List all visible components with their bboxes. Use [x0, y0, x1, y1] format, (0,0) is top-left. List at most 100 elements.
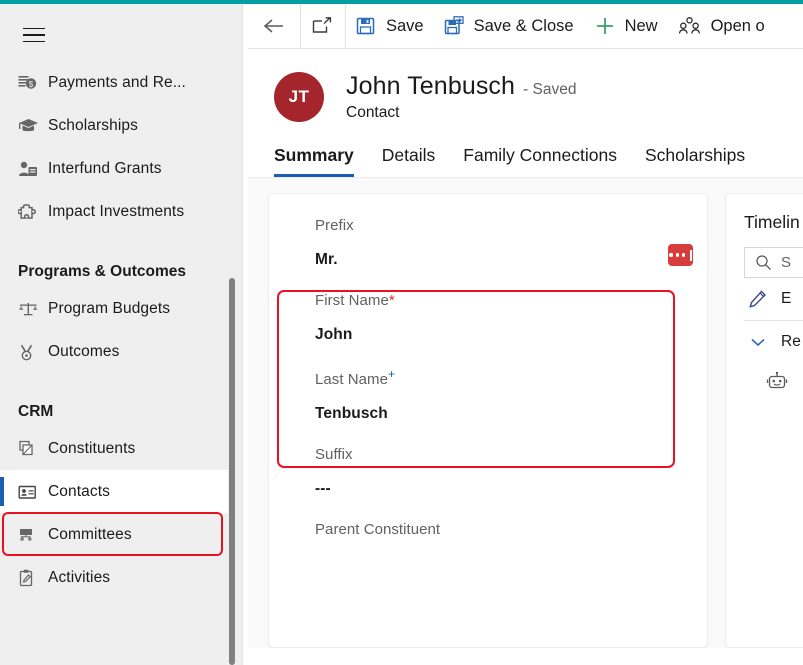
sidebar-scrollbar-track[interactable]: [228, 4, 240, 665]
sidebar-item-label: Scholarships: [48, 116, 138, 134]
save-and-close-button-label: Save & Close: [473, 16, 574, 35]
open-in-new-window-icon: [311, 16, 335, 36]
svg-text:$: $: [29, 80, 34, 89]
tab-details[interactable]: Details: [368, 145, 450, 177]
sidebar-divider: [242, 4, 243, 665]
timeline-enter-note-row[interactable]: E: [744, 278, 803, 320]
org-chart-icon: [18, 526, 48, 544]
scales-balance-icon: [18, 300, 48, 318]
hamburger-line: [23, 34, 45, 36]
nav-group-title-programs: Programs & Outcomes: [18, 263, 186, 280]
sidebar-item-payments[interactable]: $ Payments and Re...: [0, 61, 232, 104]
field-label: Last Name+: [315, 367, 681, 388]
open-org-chart-button-label: Open o: [710, 16, 765, 35]
save-button[interactable]: Save: [346, 4, 434, 48]
field-first-name: First Name* John: [315, 292, 681, 344]
save-and-close-icon: [444, 16, 465, 36]
save-and-close-button[interactable]: Save & Close: [434, 4, 584, 48]
timeline-search-input[interactable]: S: [744, 247, 803, 278]
field-label-text: Last Name: [315, 371, 388, 388]
field-last-name: Last Name+ Tenbusch: [315, 367, 681, 423]
field-value-suffix[interactable]: ---: [315, 480, 681, 498]
field-label: Prefix: [315, 217, 354, 234]
sidebar-item-label: Contacts: [48, 482, 110, 500]
dot: [675, 253, 679, 257]
record-title-block: John Tenbusch - Saved Contact: [346, 72, 576, 122]
sidebar-item-label: Payments and Re...: [48, 73, 186, 91]
timeline-recent-label: Re: [781, 333, 801, 350]
back-button[interactable]: [248, 4, 300, 48]
timeline-bot-row[interactable]: [744, 363, 803, 393]
ellipsis-badge[interactable]: [668, 244, 693, 266]
puzzle-piece-icon: [18, 203, 48, 221]
avatar: JT: [274, 72, 324, 122]
clipboard-pen-icon: [18, 569, 48, 587]
sidebar-item-constituents[interactable]: Constituents: [0, 427, 232, 470]
timeline-panel: Timelin S E Re: [725, 193, 803, 648]
field-label: First Name*: [315, 292, 681, 309]
tab-family-connections[interactable]: Family Connections: [449, 145, 631, 177]
recommended-marker: +: [387, 367, 396, 381]
record-header: JT John Tenbusch - Saved Contact: [248, 49, 803, 131]
field-label: Parent Constituent: [315, 521, 441, 538]
sidebar-item-label: Program Budgets: [48, 299, 171, 317]
timeline-title: Timelin: [744, 212, 800, 232]
timeline-search-placeholder: S: [781, 254, 792, 271]
sidebar-item-label: Outcomes: [48, 342, 120, 360]
entity-type-label: Contact: [346, 104, 400, 121]
save-floppy-icon: [356, 16, 377, 36]
people-icon: [678, 16, 702, 36]
field-parent-constituent: Parent Constituent: [315, 521, 681, 538]
field-value-last-name[interactable]: Tenbusch: [315, 405, 681, 423]
back-arrow-icon: [261, 16, 287, 36]
tab-scholarships[interactable]: Scholarships: [631, 145, 759, 177]
tab-summary[interactable]: Summary: [274, 145, 368, 177]
sidebar-item-program-budgets[interactable]: Program Budgets: [0, 287, 232, 330]
record-title-row: John Tenbusch - Saved: [346, 72, 576, 101]
sidebar-scrollbar-thumb[interactable]: [229, 278, 235, 665]
sidebar-item-label: Constituents: [48, 439, 136, 457]
dot: [681, 253, 686, 257]
field-value-first-name[interactable]: John: [315, 326, 681, 344]
text-cursor: [690, 249, 692, 261]
form-tab-list: Summary Details Family Connections Schol…: [248, 131, 803, 178]
timeline-recent-group[interactable]: Re: [744, 321, 803, 363]
sidebar-item-label: Committees: [48, 525, 132, 543]
site-map-toggle-button[interactable]: [14, 18, 54, 52]
people-card-icon: [18, 160, 48, 178]
new-button-label: New: [624, 16, 658, 35]
new-button[interactable]: New: [584, 4, 668, 48]
page-title: John Tenbusch: [346, 72, 516, 100]
sidebar-item-label: Interfund Grants: [48, 159, 162, 177]
open-in-new-window-button[interactable]: [301, 4, 345, 48]
documents-icon: [18, 440, 48, 458]
sidebar-item-interfund-grants[interactable]: Interfund Grants: [0, 147, 232, 190]
timeline-enter-note-label: E: [781, 290, 792, 307]
payments-icon: $: [18, 74, 48, 92]
sidebar-item-activities[interactable]: Activities: [0, 556, 232, 599]
graduation-cap-icon: [18, 117, 48, 135]
medal-icon: [18, 343, 48, 361]
sidebar-item-committees[interactable]: Committees: [0, 513, 232, 556]
app-window: $ Payments and Re... Scholarships Interf…: [0, 0, 803, 665]
sidebar-item-impact-investments[interactable]: Impact Investments: [0, 190, 232, 233]
sidebar-item-outcomes[interactable]: Outcomes: [0, 330, 232, 373]
main-content-area: Save Save & Close New Open o JT John Ten…: [248, 4, 803, 665]
sidebar-item-label: Impact Investments: [48, 202, 185, 220]
left-navigation-sidebar: $ Payments and Re... Scholarships Interf…: [0, 4, 243, 665]
sidebar-item-contacts[interactable]: Contacts: [0, 470, 232, 513]
search-icon: [755, 254, 772, 271]
plus-icon: [594, 15, 616, 37]
field-prefix: Prefix Mr.: [315, 217, 693, 269]
field-value-prefix[interactable]: Mr.: [315, 251, 681, 269]
sidebar-item-scholarships[interactable]: Scholarships: [0, 104, 232, 147]
contact-card-icon: [18, 483, 48, 501]
save-status-text: - Saved: [523, 81, 577, 98]
save-button-label: Save: [386, 16, 424, 35]
field-suffix: Suffix ---: [315, 446, 681, 498]
general-information-section: Prefix Mr. First Name* John Last Name+ T…: [268, 193, 708, 648]
field-label-text: First Name: [315, 292, 389, 309]
open-org-chart-button[interactable]: Open o: [668, 4, 775, 48]
